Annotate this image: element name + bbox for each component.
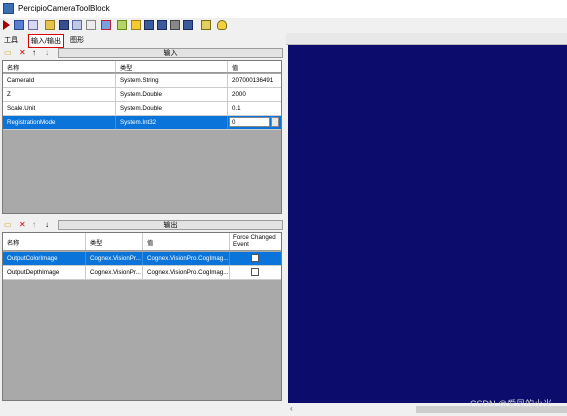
window-title: PercipioCameraToolBlock — [18, 4, 110, 13]
tools-icon[interactable] — [170, 20, 180, 30]
column-header-type[interactable]: 类型 — [116, 61, 228, 72]
move-up-icon[interactable]: ↑ — [32, 49, 36, 57]
inputs-header[interactable]: 输入 — [58, 48, 283, 58]
flow-icon[interactable] — [101, 20, 111, 30]
add-icon[interactable]: ▭ — [4, 49, 12, 57]
value-editor[interactable]: 0 — [228, 116, 281, 129]
row-value: Cognex.VisionPro.CogImag... — [143, 252, 230, 265]
refresh-icon[interactable] — [131, 20, 141, 30]
open-folder-icon[interactable] — [45, 20, 55, 30]
scroll-left-icon[interactable]: ‹ — [290, 404, 293, 413]
save-as-icon[interactable] — [72, 20, 82, 30]
table-icon[interactable] — [183, 20, 193, 30]
column-header-name[interactable]: 名称 — [3, 61, 116, 72]
move-down-icon[interactable]: ↓ — [45, 221, 49, 229]
inputs-toolbar: ▭ ✕ ↑ ↓ 输入 — [0, 47, 285, 59]
save-icon[interactable] — [59, 20, 69, 30]
row-type: Cognex.VisionPr... — [86, 266, 143, 279]
row-value[interactable]: 0.1 — [228, 102, 281, 115]
display-toolbar — [286, 33, 567, 45]
list-view-icon[interactable] — [144, 20, 154, 30]
table-row-selected[interactable]: OutputColorImage Cognex.VisionPr... Cogn… — [3, 252, 281, 266]
table-row[interactable]: CameraId System.String 207000136491 — [3, 74, 281, 88]
force-changed-checkbox[interactable] — [251, 268, 259, 276]
delete-icon[interactable]: ✕ — [19, 49, 26, 57]
row-name: Scale.Unit — [3, 102, 116, 115]
move-down-icon[interactable]: ↓ — [45, 49, 49, 57]
tab-graphics[interactable]: 图形 — [70, 35, 84, 45]
help-icon[interactable] — [217, 20, 227, 30]
tab-strip: 工具 输入/输出 图形 — [0, 33, 285, 48]
column-header-force-changed[interactable]: Force Changed Event — [230, 233, 281, 250]
main-toolbar — [0, 18, 285, 33]
table-row-selected[interactable]: RegistrationMode System.Int32 0 — [3, 116, 281, 130]
tab-io[interactable]: 输入/输出 — [28, 34, 64, 48]
outputs-grid: 名称 类型 值 Force Changed Event OutputColorI… — [2, 232, 282, 401]
outputs-header[interactable]: 输出 — [58, 220, 283, 230]
force-changed-checkbox[interactable] — [251, 254, 259, 262]
layout-icon[interactable] — [86, 20, 96, 30]
table-row[interactable]: Scale.Unit System.Double 0.1 — [3, 102, 281, 116]
column-header-value[interactable]: 值 — [143, 233, 230, 250]
run-continuous-icon[interactable] — [14, 20, 24, 30]
app-icon — [3, 3, 14, 14]
row-type: System.Int32 — [116, 116, 228, 129]
move-up-icon[interactable]: ↑ — [32, 221, 36, 229]
title-bar: PercipioCameraToolBlock — [0, 0, 567, 18]
table-row[interactable]: Z System.Double 2000 — [3, 88, 281, 102]
column-header-name[interactable]: 名称 — [3, 233, 86, 250]
row-value[interactable]: 2000 — [228, 88, 281, 101]
outputs-toolbar: ▭ ✕ ↑ ↓ 输出 — [0, 219, 285, 231]
delete-icon[interactable]: ✕ — [19, 221, 26, 229]
force-changed-cell — [230, 252, 281, 265]
chart-icon[interactable] — [201, 20, 211, 30]
grid-view-icon[interactable] — [157, 20, 167, 30]
row-name: Z — [3, 88, 116, 101]
column-header-type[interactable]: 类型 — [86, 233, 143, 250]
outputs-header-row: 名称 类型 值 Force Changed Event — [3, 233, 281, 251]
table-row[interactable]: OutputDepthImage Cognex.VisionPr... Cogn… — [3, 266, 281, 280]
row-name: OutputDepthImage — [3, 266, 86, 279]
row-name: RegistrationMode — [3, 116, 116, 129]
row-type: System.Double — [116, 102, 228, 115]
row-value[interactable]: 207000136491 — [228, 74, 281, 87]
row-type: Cognex.VisionPr... — [86, 252, 143, 265]
add-icon[interactable]: ▭ — [4, 221, 12, 229]
inputs-grid: 名称 类型 值 CameraId System.String 207000136… — [2, 60, 282, 214]
value-input[interactable]: 0 — [229, 117, 270, 127]
inputs-header-row: 名称 类型 值 — [3, 61, 281, 73]
row-name: CameraId — [3, 74, 116, 87]
run-icon[interactable] — [3, 20, 10, 30]
force-changed-cell — [230, 266, 281, 279]
image-display[interactable] — [288, 45, 567, 403]
row-type: System.Double — [116, 88, 228, 101]
column-header-value[interactable]: 值 — [228, 61, 281, 72]
tab-tools[interactable]: 工具 — [4, 35, 18, 45]
spin-button[interactable] — [271, 117, 279, 127]
options-icon[interactable] — [28, 20, 38, 30]
database-icon[interactable] — [117, 20, 127, 30]
row-name: OutputColorImage — [3, 252, 86, 265]
row-value: Cognex.VisionPro.CogImag... — [143, 266, 230, 279]
watermark: CSDN @爱凤的小光 — [470, 399, 553, 409]
row-type: System.String — [116, 74, 228, 87]
